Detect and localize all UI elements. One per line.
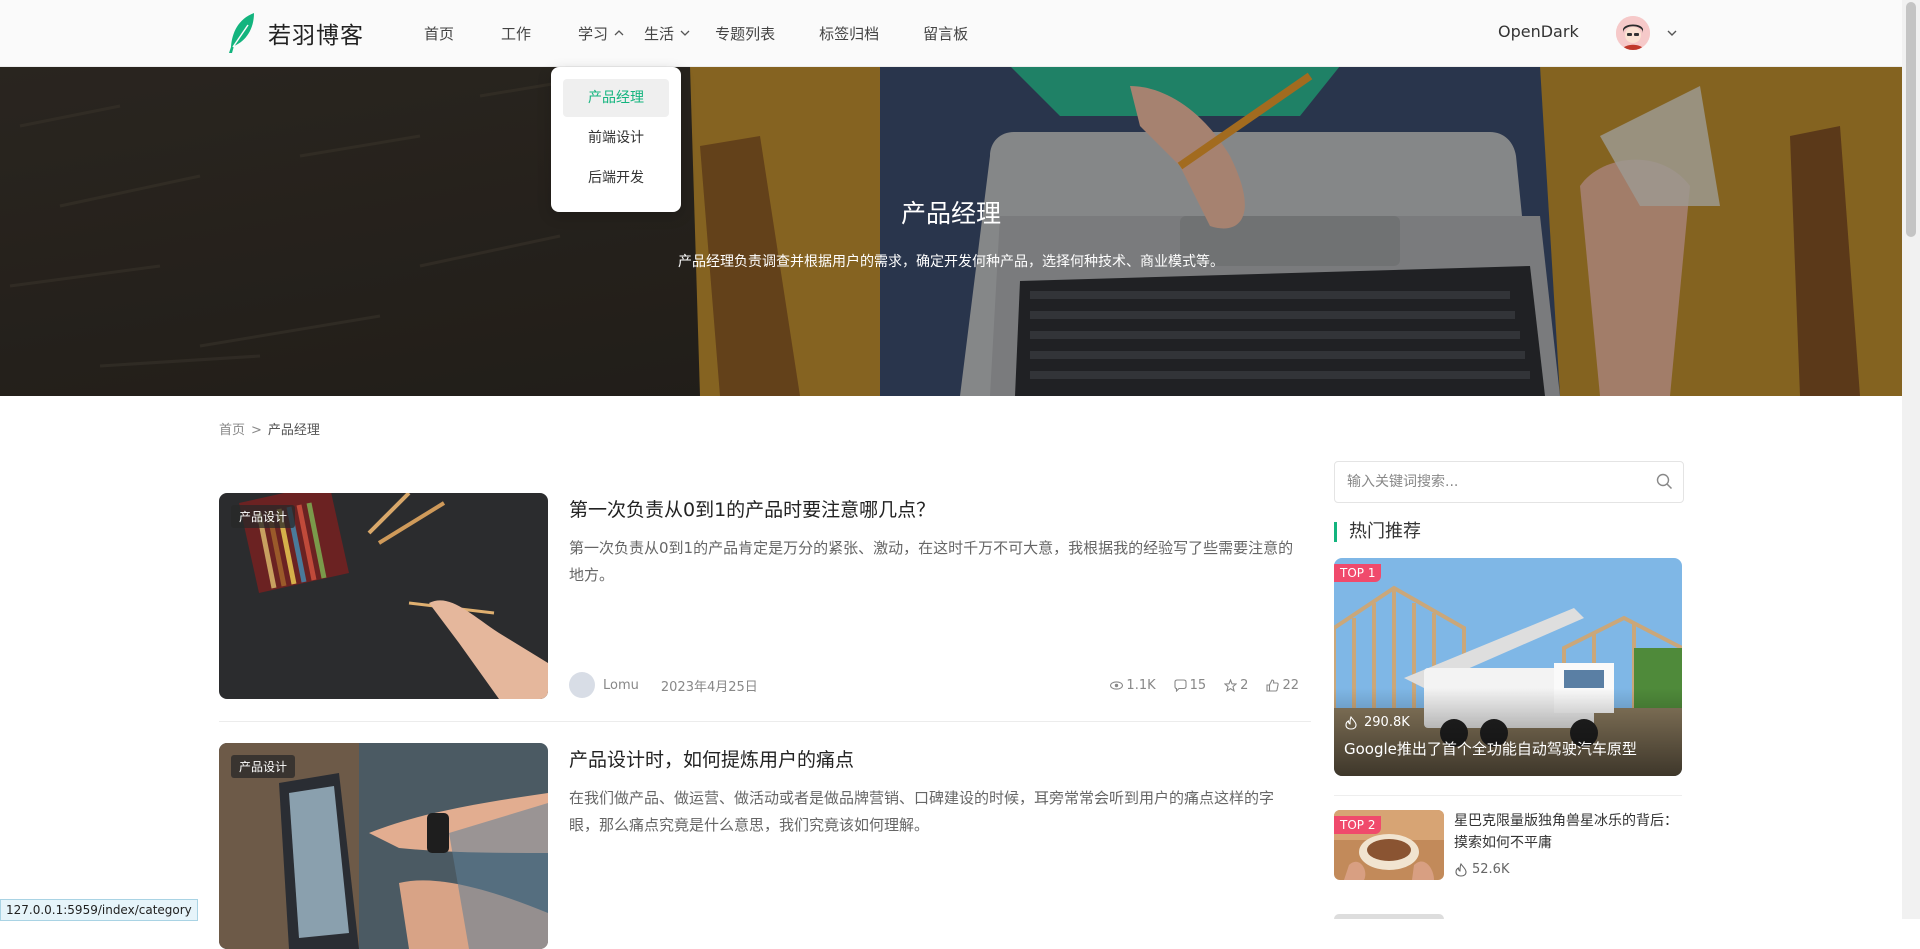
- hot-item-title[interactable]: Google推出了首个全功能自动驾驶汽车原型: [1344, 738, 1637, 759]
- hot-item-top1[interactable]: TOP 1 290.8K Google推出了首个全功能自动驾驶汽车原型: [1334, 558, 1682, 776]
- user-avatar-icon: [1616, 16, 1650, 50]
- favorites-stat[interactable]: 2: [1224, 678, 1248, 693]
- breadcrumb: 首页 > 产品经理: [219, 419, 320, 438]
- fire-icon: [1455, 862, 1467, 877]
- hot-item-views-count: 52.6K: [1472, 862, 1510, 877]
- nav-item-guestbook[interactable]: 留言板: [923, 23, 968, 44]
- sidebar-divider: [1334, 795, 1682, 796]
- chevron-down-icon[interactable]: [1666, 27, 1678, 39]
- nav-item-study[interactable]: 学习: [578, 23, 624, 44]
- main-nav: 首页 工作 学习 生活 专题列表 标签归档 留言板: [424, 0, 968, 66]
- thumbs-up-icon: [1266, 678, 1280, 692]
- hot-item-top3-partial[interactable]: [1334, 914, 1444, 919]
- opendark-toggle[interactable]: OpenDark: [1498, 22, 1579, 41]
- dropdown-item-product-manager[interactable]: 产品经理: [563, 79, 669, 117]
- page-scrollbar[interactable]: [1902, 0, 1920, 919]
- study-dropdown-menu: 产品经理 前端设计 后端开发: [551, 67, 681, 212]
- nav-item-label: 学习: [578, 24, 609, 43]
- banner-background-image: [0, 66, 1902, 396]
- site-logo[interactable]: 若羽博客: [224, 11, 364, 55]
- scrollbar-thumb[interactable]: [1906, 2, 1916, 237]
- article-title[interactable]: 产品设计时，如何提炼用户的痛点: [569, 745, 854, 772]
- likes-count: 22: [1282, 677, 1299, 693]
- views-stat: 1.1K: [1110, 677, 1156, 693]
- comment-icon: [1174, 678, 1187, 692]
- nav-item-label: 留言板: [923, 24, 969, 43]
- nav-item-work[interactable]: 工作: [501, 23, 531, 44]
- hot-item-thumbnail[interactable]: TOP 2: [1334, 810, 1444, 880]
- chevron-up-icon: [614, 30, 624, 36]
- article-stats: 1.1K 15 2 22: [1092, 678, 1299, 693]
- favorites-count: 2: [1240, 677, 1249, 693]
- hot-item-views: 290.8K: [1344, 715, 1410, 730]
- hot-item-title[interactable]: 星巴克限量版独角兽星冰乐的背后：摸索如何不平庸: [1454, 810, 1682, 854]
- nav-item-life[interactable]: 生活: [644, 23, 690, 44]
- search-icon[interactable]: [1656, 473, 1673, 490]
- site-logo-text: 若羽博客: [268, 23, 364, 49]
- eye-icon: [1110, 680, 1124, 690]
- nav-item-topics[interactable]: 专题列表: [715, 23, 775, 44]
- category-tag[interactable]: 产品设计: [231, 755, 296, 778]
- browser-status-url: 127.0.0.1:5959/index/category: [0, 899, 198, 921]
- article-meta: Lomu 2023年4月25日 1.1K 15 2 22: [569, 671, 1299, 699]
- hot-item-top2[interactable]: TOP 2 星巴克限量版独角兽星冰乐的背后：摸索如何不平庸 52.6K: [1334, 810, 1682, 880]
- nav-item-tags[interactable]: 标签归档: [819, 23, 879, 44]
- comments-stat[interactable]: 15: [1174, 677, 1207, 693]
- breadcrumb-current: 产品经理: [267, 423, 320, 438]
- top-badge: TOP 2: [1334, 816, 1382, 834]
- hot-recommend-heading: 热门推荐: [1334, 522, 1421, 542]
- article-thumbnail[interactable]: 产品设计: [219, 743, 548, 949]
- author-avatar[interactable]: [569, 672, 595, 698]
- top-header: 若羽博客 首页 工作 学习 生活 专题列表 标签归档 留言板 OpenDark: [0, 0, 1902, 67]
- article-card[interactable]: 产品设计 产品设计时，如何提炼用户的痛点 在我们做产品、做运营、做活动或者是做品…: [219, 743, 1311, 949]
- fire-icon: [1345, 715, 1357, 730]
- feather-logo-icon: [229, 13, 254, 53]
- top-badge: TOP 1: [1334, 564, 1382, 582]
- breadcrumb-separator: >: [251, 423, 262, 438]
- search-input[interactable]: [1345, 462, 1639, 502]
- likes-stat[interactable]: 22: [1266, 678, 1299, 693]
- hot-item-views: 52.6K: [1454, 862, 1509, 877]
- article-card[interactable]: 产品设计 第一次负责从0到1的产品时要注意哪几点？ 第一次负责从0到1的产品肯定…: [219, 493, 1311, 699]
- nav-item-label: 专题列表: [715, 24, 776, 43]
- nav-item-home[interactable]: 首页: [424, 23, 454, 44]
- article-thumbnail[interactable]: 产品设计: [219, 493, 548, 699]
- breadcrumb-home-link[interactable]: 首页: [219, 423, 245, 438]
- comments-count: 15: [1189, 677, 1207, 693]
- star-icon: [1224, 678, 1238, 692]
- article-divider: [219, 721, 1311, 722]
- author-name[interactable]: Lomu: [603, 678, 639, 693]
- views-count: 1.1K: [1126, 677, 1156, 693]
- dropdown-item-frontend[interactable]: 前端设计: [563, 119, 669, 157]
- article-summary: 在我们做产品、做运营、做活动或者是做品牌营销、口碑建设的时候，耳旁常常会听到用户…: [569, 789, 1275, 834]
- banner-description: 产品经理负责调查并根据用户的需求，确定开发何种产品，选择何种技术、商业模式等。: [678, 254, 1224, 270]
- article-title[interactable]: 第一次负责从0到1的产品时要注意哪几点？: [569, 495, 935, 522]
- nav-item-label: 工作: [501, 24, 532, 43]
- hot-item-views-count: 290.8K: [1364, 715, 1410, 730]
- dropdown-item-backend[interactable]: 后端开发: [563, 159, 669, 197]
- chevron-down-icon: [680, 30, 690, 36]
- nav-item-label: 生活: [644, 24, 675, 43]
- category-banner: 产品经理 产品经理负责调查并根据用户的需求，确定开发何种产品，选择何种技术、商业…: [0, 66, 1902, 396]
- search-box: [1334, 461, 1684, 503]
- user-avatar[interactable]: [1616, 16, 1650, 50]
- category-tag[interactable]: 产品设计: [231, 505, 296, 528]
- nav-item-label: 标签归档: [819, 24, 880, 43]
- article-date: 2023年4月25日: [660, 679, 758, 695]
- article-summary: 第一次负责从0到1的产品肯定是万分的紧张、激动，在这时千万不可大意，我根据我的经…: [569, 539, 1294, 584]
- banner-title: 产品经理: [900, 199, 1001, 228]
- nav-item-label: 首页: [424, 24, 455, 43]
